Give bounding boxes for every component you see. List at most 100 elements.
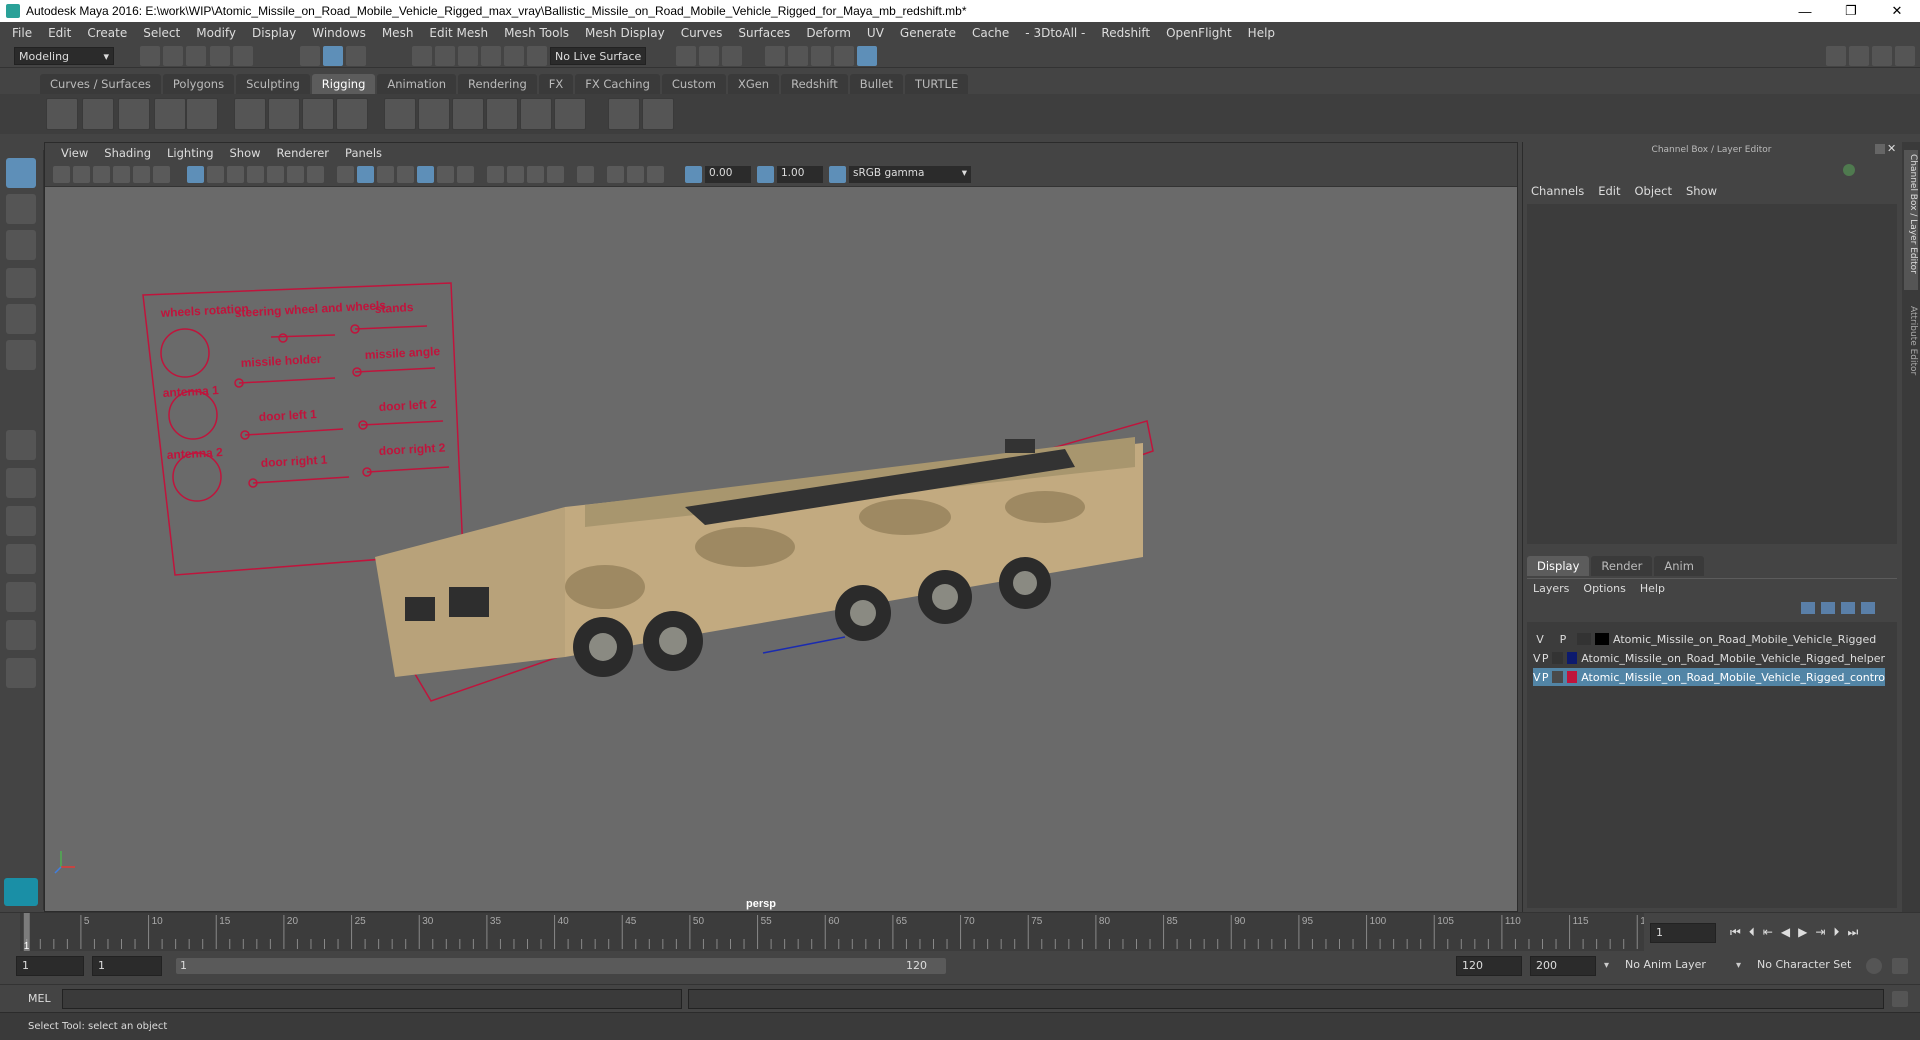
menu-help[interactable]: Help: [1240, 26, 1283, 40]
color-space-dropdown[interactable]: sRGB gamma ▾: [849, 166, 971, 183]
close-button[interactable]: ✕: [1874, 0, 1920, 22]
menu-mesh[interactable]: Mesh: [374, 26, 422, 40]
channel-box-toggle-icon[interactable]: [1895, 46, 1915, 66]
step-back-frame-icon[interactable]: ⏴: [1749, 925, 1755, 940]
shelf-tab-fx-caching[interactable]: FX Caching: [575, 74, 660, 94]
use-all-lights-icon[interactable]: [417, 166, 434, 183]
color-management-icon[interactable]: [829, 166, 846, 183]
shelf-tab-redshift[interactable]: Redshift: [781, 74, 848, 94]
channel-box-menu-show[interactable]: Show: [1686, 184, 1717, 198]
bookmark-icon[interactable]: [93, 166, 110, 183]
layer-menu-layers[interactable]: Layers: [1533, 582, 1569, 595]
snap-point-icon[interactable]: [458, 46, 478, 66]
ik-handle-icon[interactable]: [118, 98, 150, 130]
time-slider[interactable]: 5 10 15 20 25 30 35 40 45 50 55 60 65 70 75 80 85 90 95 100…: [0, 912, 1920, 952]
render-view-icon[interactable]: [765, 46, 785, 66]
paint-weights-icon[interactable]: [268, 98, 300, 130]
wireframe-icon[interactable]: [337, 166, 354, 183]
layer-visibility-toggle[interactable]: V: [1533, 652, 1541, 665]
minimize-button[interactable]: —: [1782, 0, 1828, 22]
open-scene-icon[interactable]: [163, 46, 183, 66]
backface-culling-icon[interactable]: [547, 166, 564, 183]
paint-select-tool-icon[interactable]: [6, 230, 36, 260]
locator-icon[interactable]: [608, 98, 640, 130]
menu-select[interactable]: Select: [135, 26, 188, 40]
shelf-tab-rigging[interactable]: Rigging: [311, 74, 376, 94]
resolution-gate-icon[interactable]: [227, 166, 244, 183]
play-backwards-icon[interactable]: ◀: [1781, 925, 1790, 940]
shelf-tab-turtle[interactable]: TURTLE: [904, 74, 969, 94]
close-panel-icon[interactable]: ✕: [1887, 142, 1899, 156]
chevron-down-icon[interactable]: ▾: [1736, 960, 1741, 971]
animation-end-field[interactable]: 200: [1530, 956, 1596, 976]
shelf-tab-sculpting[interactable]: Sculpting: [236, 74, 310, 94]
menu-mesh-display[interactable]: Mesh Display: [577, 26, 673, 40]
lattice-icon[interactable]: [302, 98, 334, 130]
move-tool-icon[interactable]: [6, 268, 36, 298]
menu-create[interactable]: Create: [79, 26, 135, 40]
go-to-start-icon[interactable]: ⏮: [1730, 925, 1741, 940]
channel-box-menu-channels[interactable]: Channels: [1531, 184, 1584, 198]
ipr-render-icon[interactable]: [811, 46, 831, 66]
new-layer-selected-icon[interactable]: [1861, 602, 1875, 614]
side-tab-channel-box[interactable]: Channel Box / Layer Editor: [1904, 150, 1918, 290]
script-editor-icon[interactable]: [1892, 991, 1908, 1007]
menu-edit-mesh[interactable]: Edit Mesh: [421, 26, 496, 40]
step-forward-frame-icon[interactable]: ⏵: [1833, 925, 1839, 940]
menu-display[interactable]: Display: [244, 26, 304, 40]
hypershade-icon[interactable]: [857, 46, 877, 66]
redo-icon[interactable]: [233, 46, 253, 66]
side-tab-attribute-editor[interactable]: Attribute Editor: [1904, 302, 1918, 412]
layer-color-swatch[interactable]: [1566, 652, 1578, 664]
layer-visibility-toggle[interactable]: V: [1533, 633, 1547, 646]
layer-playback-toggle[interactable]: P: [1541, 671, 1550, 684]
viewport-menu-lighting[interactable]: Lighting: [159, 146, 221, 160]
grid-icon[interactable]: [187, 166, 204, 183]
attribute-editor-toggle-icon[interactable]: [1849, 46, 1869, 66]
hik-character-icon[interactable]: [186, 98, 218, 130]
layer-color-swatch[interactable]: [1595, 633, 1609, 645]
bind-skin-icon[interactable]: [234, 98, 266, 130]
shelf-tab-rendering[interactable]: Rendering: [458, 74, 537, 94]
grease-pencil-icon[interactable]: [153, 166, 170, 183]
menu-surfaces[interactable]: Surfaces: [730, 26, 798, 40]
select-by-hierarchy-icon[interactable]: [300, 46, 320, 66]
layer-playback-toggle[interactable]: P: [1541, 652, 1550, 665]
new-scene-icon[interactable]: [140, 46, 160, 66]
viewport-menu-show[interactable]: Show: [222, 146, 269, 160]
move-layer-down-icon[interactable]: [1821, 602, 1835, 614]
viewport-menu-view[interactable]: View: [53, 146, 96, 160]
layer-menu-help[interactable]: Help: [1640, 582, 1665, 595]
xray-components-icon[interactable]: [527, 166, 544, 183]
channel-box-area[interactable]: [1527, 204, 1897, 544]
menu-edit[interactable]: Edit: [40, 26, 79, 40]
parent-constraint-icon[interactable]: [520, 98, 552, 130]
layer-playback-toggle[interactable]: P: [1553, 633, 1573, 646]
channel-box-menu-edit[interactable]: Edit: [1598, 184, 1620, 198]
four-view-layout-icon[interactable]: [6, 468, 36, 498]
gate-mask-icon[interactable]: [247, 166, 264, 183]
missile-vehicle-model[interactable]: [375, 437, 1143, 677]
menu-set-dropdown[interactable]: Modeling ▾: [14, 47, 114, 65]
range-slider-bar[interactable]: 1 120: [176, 958, 946, 974]
single-perspective-layout-icon[interactable]: [6, 430, 36, 460]
layer-display-type[interactable]: [1551, 652, 1563, 664]
layer-row[interactable]: V P Atomic_Missile_on_Road_Mobile_Vehicl…: [1533, 649, 1885, 667]
menu-windows[interactable]: Windows: [304, 26, 374, 40]
layer-display-type[interactable]: [1577, 633, 1591, 645]
joint-tool-icon[interactable]: [46, 98, 78, 130]
textured-icon[interactable]: [397, 166, 414, 183]
gamma-icon[interactable]: [757, 166, 774, 183]
layer-display-type[interactable]: [1551, 671, 1563, 683]
save-scene-icon[interactable]: [186, 46, 206, 66]
pole-vector-icon[interactable]: [554, 98, 586, 130]
graph-editor-layout-icon[interactable]: [6, 582, 36, 612]
shelf-tab-xgen[interactable]: XGen: [727, 74, 780, 94]
play-forwards-icon[interactable]: ▶: [1798, 925, 1807, 940]
time-ruler[interactable]: 5 10 15 20 25 30 35 40 45 50 55 60 65 70 75 80 85 90 95 100…: [20, 913, 1644, 951]
auto-key-icon[interactable]: [1866, 958, 1882, 974]
maximize-button[interactable]: ❐: [1828, 0, 1874, 22]
render-settings-icon[interactable]: [834, 46, 854, 66]
layer-menu-options[interactable]: Options: [1583, 582, 1625, 595]
snap-view-icon[interactable]: [481, 46, 501, 66]
